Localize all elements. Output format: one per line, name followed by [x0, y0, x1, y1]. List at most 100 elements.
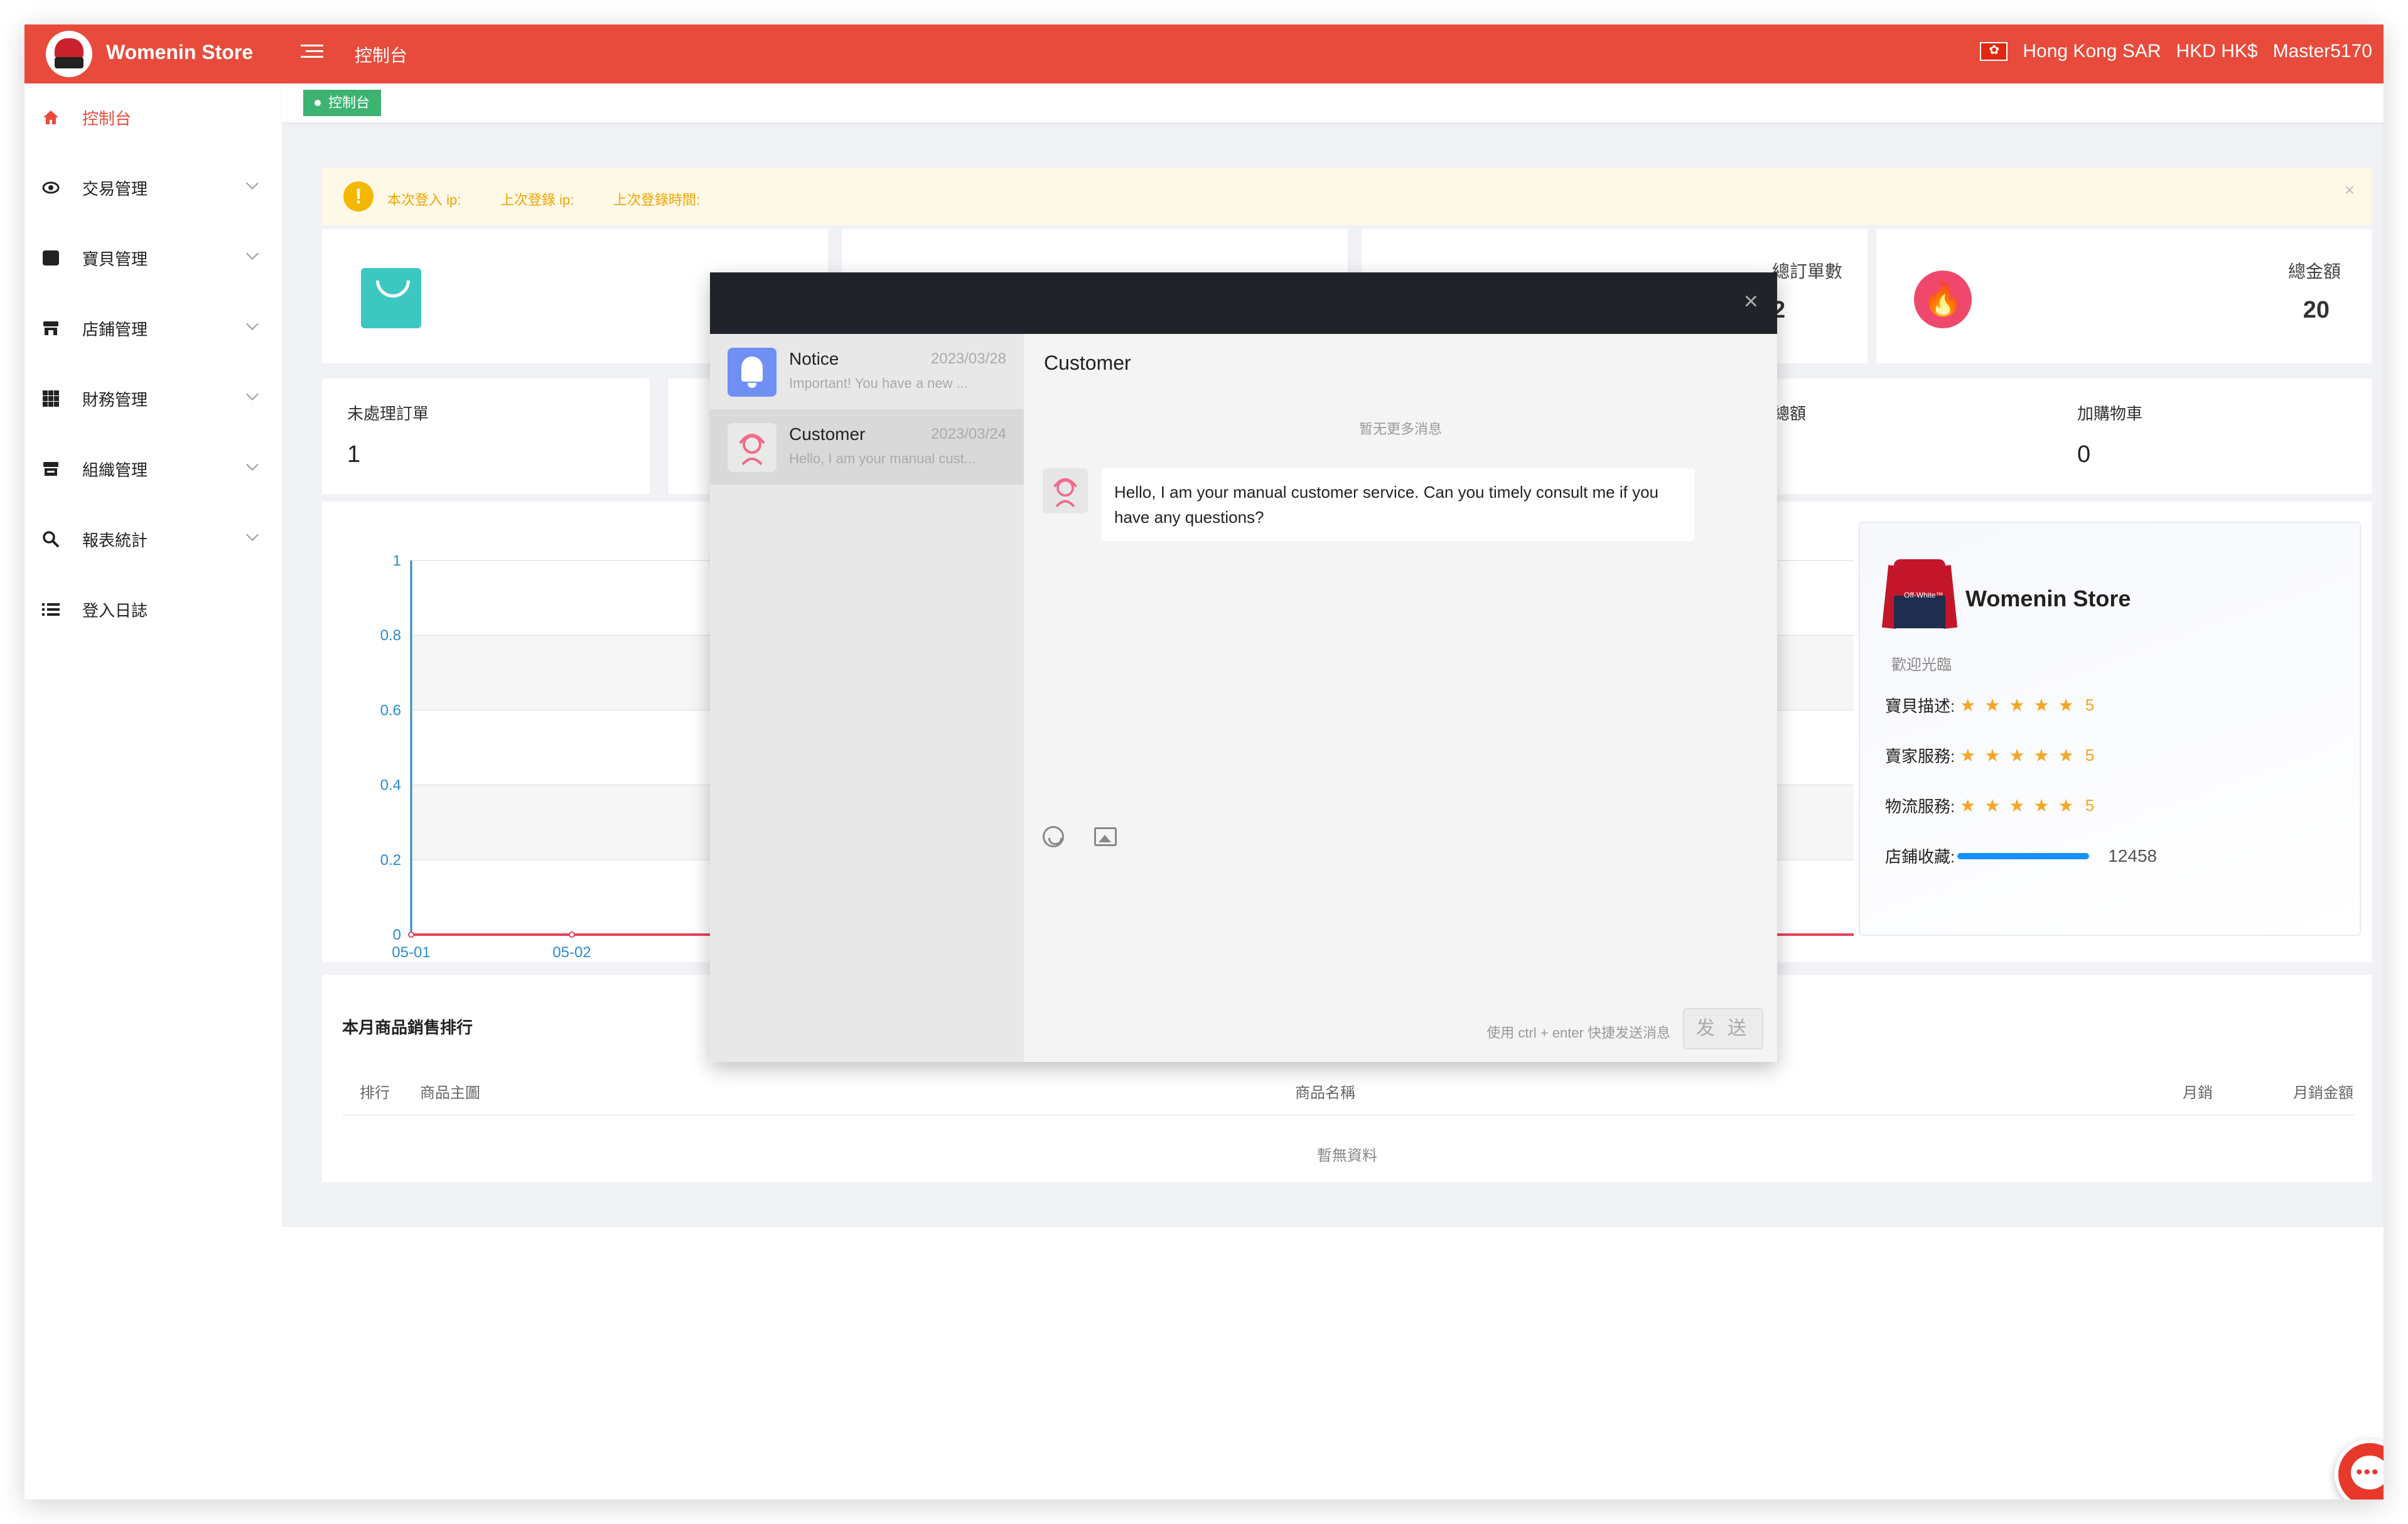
stat-label: 加購物車 [2077, 404, 2143, 423]
rating-logistics: 物流服務: ★★★★★ 5 [1885, 794, 2094, 817]
star-rating-icon: ★★★★★ [1960, 746, 2083, 765]
y-tick-label: 0.8 [380, 627, 401, 644]
column-header: 商品名稱 [1295, 1085, 1355, 1102]
y-tick-label: 0.2 [380, 852, 401, 869]
box-icon [42, 249, 60, 267]
sidebar-item-label: 交易管理 [82, 179, 148, 198]
login-info-alert: ! 本次登入 ip: 上次登錄 ip: 上次登錄時間: × [322, 168, 2372, 225]
user-menu[interactable]: Master5170 [2273, 41, 2372, 62]
chat-toolbar [1043, 826, 1117, 847]
favorites-progress-fill [1957, 852, 2090, 859]
x-tick-label: 05-01 [392, 944, 430, 961]
rating-value: 5 [2085, 746, 2095, 765]
stat-card-total-amount: 🔥 總金額 20 [1876, 229, 2372, 363]
search-icon [42, 530, 60, 548]
emoji-icon[interactable] [1043, 826, 1064, 847]
sidebar-item-label: 報表統計 [82, 530, 148, 550]
sidebar-item-organization[interactable]: 組織管理 [24, 444, 282, 494]
y-tick-label: 0.4 [380, 777, 401, 794]
sidebar-item-finance[interactable]: 財務管理 [24, 373, 282, 424]
store-logo-sweater-image: Off-White™ [1881, 553, 1958, 631]
sidebar: 控制台 交易管理 寶貝管理 店鋪管理 財務管理 組織管理 報表統計 登入日誌 [24, 83, 282, 1500]
store-welcome: 歡迎光臨 [1891, 657, 1952, 673]
sidebar-item-products[interactable]: 寶貝管理 [24, 233, 282, 283]
tab-strip: 控制台 [282, 83, 2384, 122]
home-icon [42, 109, 60, 126]
stat-value: 1 [347, 441, 361, 468]
conversation-preview: Important! You have a new ... [789, 375, 968, 391]
rating-label: 賣家服務: [1885, 747, 1955, 766]
conversation-name: Notice [789, 349, 839, 368]
conversation-name: Customer [789, 424, 866, 444]
header-breadcrumb[interactable]: 控制台 [355, 42, 407, 67]
close-icon[interactable]: × [1744, 289, 1758, 314]
column-header: 排行 [360, 1085, 390, 1102]
store-favorites: 店鋪收藏: 12458 [1885, 844, 2157, 867]
sidebar-item-store[interactable]: 店鋪管理 [24, 303, 282, 353]
sidebar-item-label: 控制台 [82, 109, 132, 128]
chat-title: Customer [1044, 351, 1131, 374]
y-tick-label: 0 [393, 926, 401, 943]
conversation-date: 2023/03/24 [930, 426, 1006, 443]
org-icon [42, 460, 60, 478]
chevron-down-icon [246, 529, 259, 541]
chevron-down-icon [246, 177, 259, 190]
sidebar-item-label: 組織管理 [82, 460, 148, 480]
store-name: Womenin Store [1965, 586, 2131, 611]
last-ip-label: 上次登錄 ip: [500, 192, 574, 208]
image-upload-icon[interactable] [1094, 827, 1117, 846]
stat-label: 總訂單數 [1772, 262, 1843, 281]
customer-service-avatar [1043, 468, 1088, 513]
conversation-customer[interactable]: Customer 2023/03/24 Hello, I am your man… [710, 409, 1024, 485]
sidebar-item-reports[interactable]: 報表統計 [24, 514, 282, 564]
conversation-list: Notice 2023/03/28 Important! You have a … [710, 334, 1024, 1062]
data-point [569, 931, 575, 938]
browser-window: Womenin Store 控制台 Hong Kong SAR HKD HK$ … [24, 24, 2384, 1500]
store-icon [42, 319, 60, 337]
close-icon[interactable]: × [2345, 180, 2355, 200]
stat-label: 總金額 [2287, 262, 2341, 281]
sidebar-item-dashboard[interactable]: 控制台 [24, 92, 282, 142]
x-tick-label: 05-02 [552, 944, 591, 961]
grid-icon [42, 390, 60, 407]
top-navbar: Womenin Store 控制台 Hong Kong SAR HKD HK$ … [24, 24, 2384, 83]
sidebar-item-label: 寶貝管理 [82, 249, 148, 269]
tab-dashboard[interactable]: 控制台 [303, 90, 382, 116]
column-header: 月銷金額 [2293, 1085, 2353, 1102]
currency-selector[interactable]: HKD HK$ [2176, 41, 2258, 62]
stat-card-cart-adds: 加購物車 0 [2052, 378, 2372, 494]
chevron-down-icon [246, 458, 259, 471]
send-button[interactable]: 发 送 [1683, 1008, 1763, 1049]
customer-service-icon [728, 423, 777, 472]
chevron-down-icon [246, 247, 259, 260]
sidebar-item-label: 店鋪管理 [82, 319, 148, 339]
rating-value: 5 [2085, 695, 2095, 714]
store-logo[interactable] [46, 31, 92, 77]
menu-toggle-icon[interactable] [301, 41, 323, 63]
chat-modal: × Notice 2023/03/28 Important! You have … [710, 272, 1777, 1062]
conversation-date: 2023/03/28 [930, 350, 1006, 367]
no-more-messages[interactable]: 暂无更多消息 [1024, 418, 1777, 438]
region-selector[interactable]: Hong Kong SAR [2023, 41, 2161, 62]
sidebar-item-label: 財務管理 [82, 390, 148, 409]
brand-name[interactable]: Womenin Store [106, 41, 253, 64]
page-footer-area [282, 1227, 2384, 1500]
y-tick-label: 1 [393, 552, 401, 569]
chat-pane: Customer 暂无更多消息 Hello, I am your manual … [1024, 334, 1777, 1062]
header-right: Hong Kong SAR HKD HK$ Master5170 [1980, 41, 2372, 62]
stat-label: 未處理訂單 [347, 404, 429, 423]
rating-label: 物流服務: [1885, 797, 1955, 816]
sidebar-item-login-log[interactable]: 登入日誌 [24, 584, 282, 635]
sidebar-item-transactions[interactable]: 交易管理 [24, 163, 282, 213]
list-icon [42, 601, 60, 618]
sidebar-item-label: 登入日誌 [82, 601, 148, 620]
warning-icon: ! [343, 181, 374, 212]
message-bubble: Hello, I am your manual customer service… [1102, 468, 1694, 541]
conversation-notice[interactable]: Notice 2023/03/28 Important! You have a … [710, 334, 1024, 409]
fire-icon: 🔥 [1914, 271, 1972, 328]
store-profile-card: Off-White™ Womenin Store 歡迎光臨 寶貝描述: ★★★★… [1859, 522, 2361, 936]
hong-kong-flag-icon[interactable] [1980, 42, 2008, 61]
stat-card-unprocessed-orders: 未處理訂單 1 [322, 378, 650, 494]
last-login-time-label: 上次登錄時間: [613, 192, 701, 208]
conversation-preview: Hello, I am your manual cust... [789, 451, 976, 466]
